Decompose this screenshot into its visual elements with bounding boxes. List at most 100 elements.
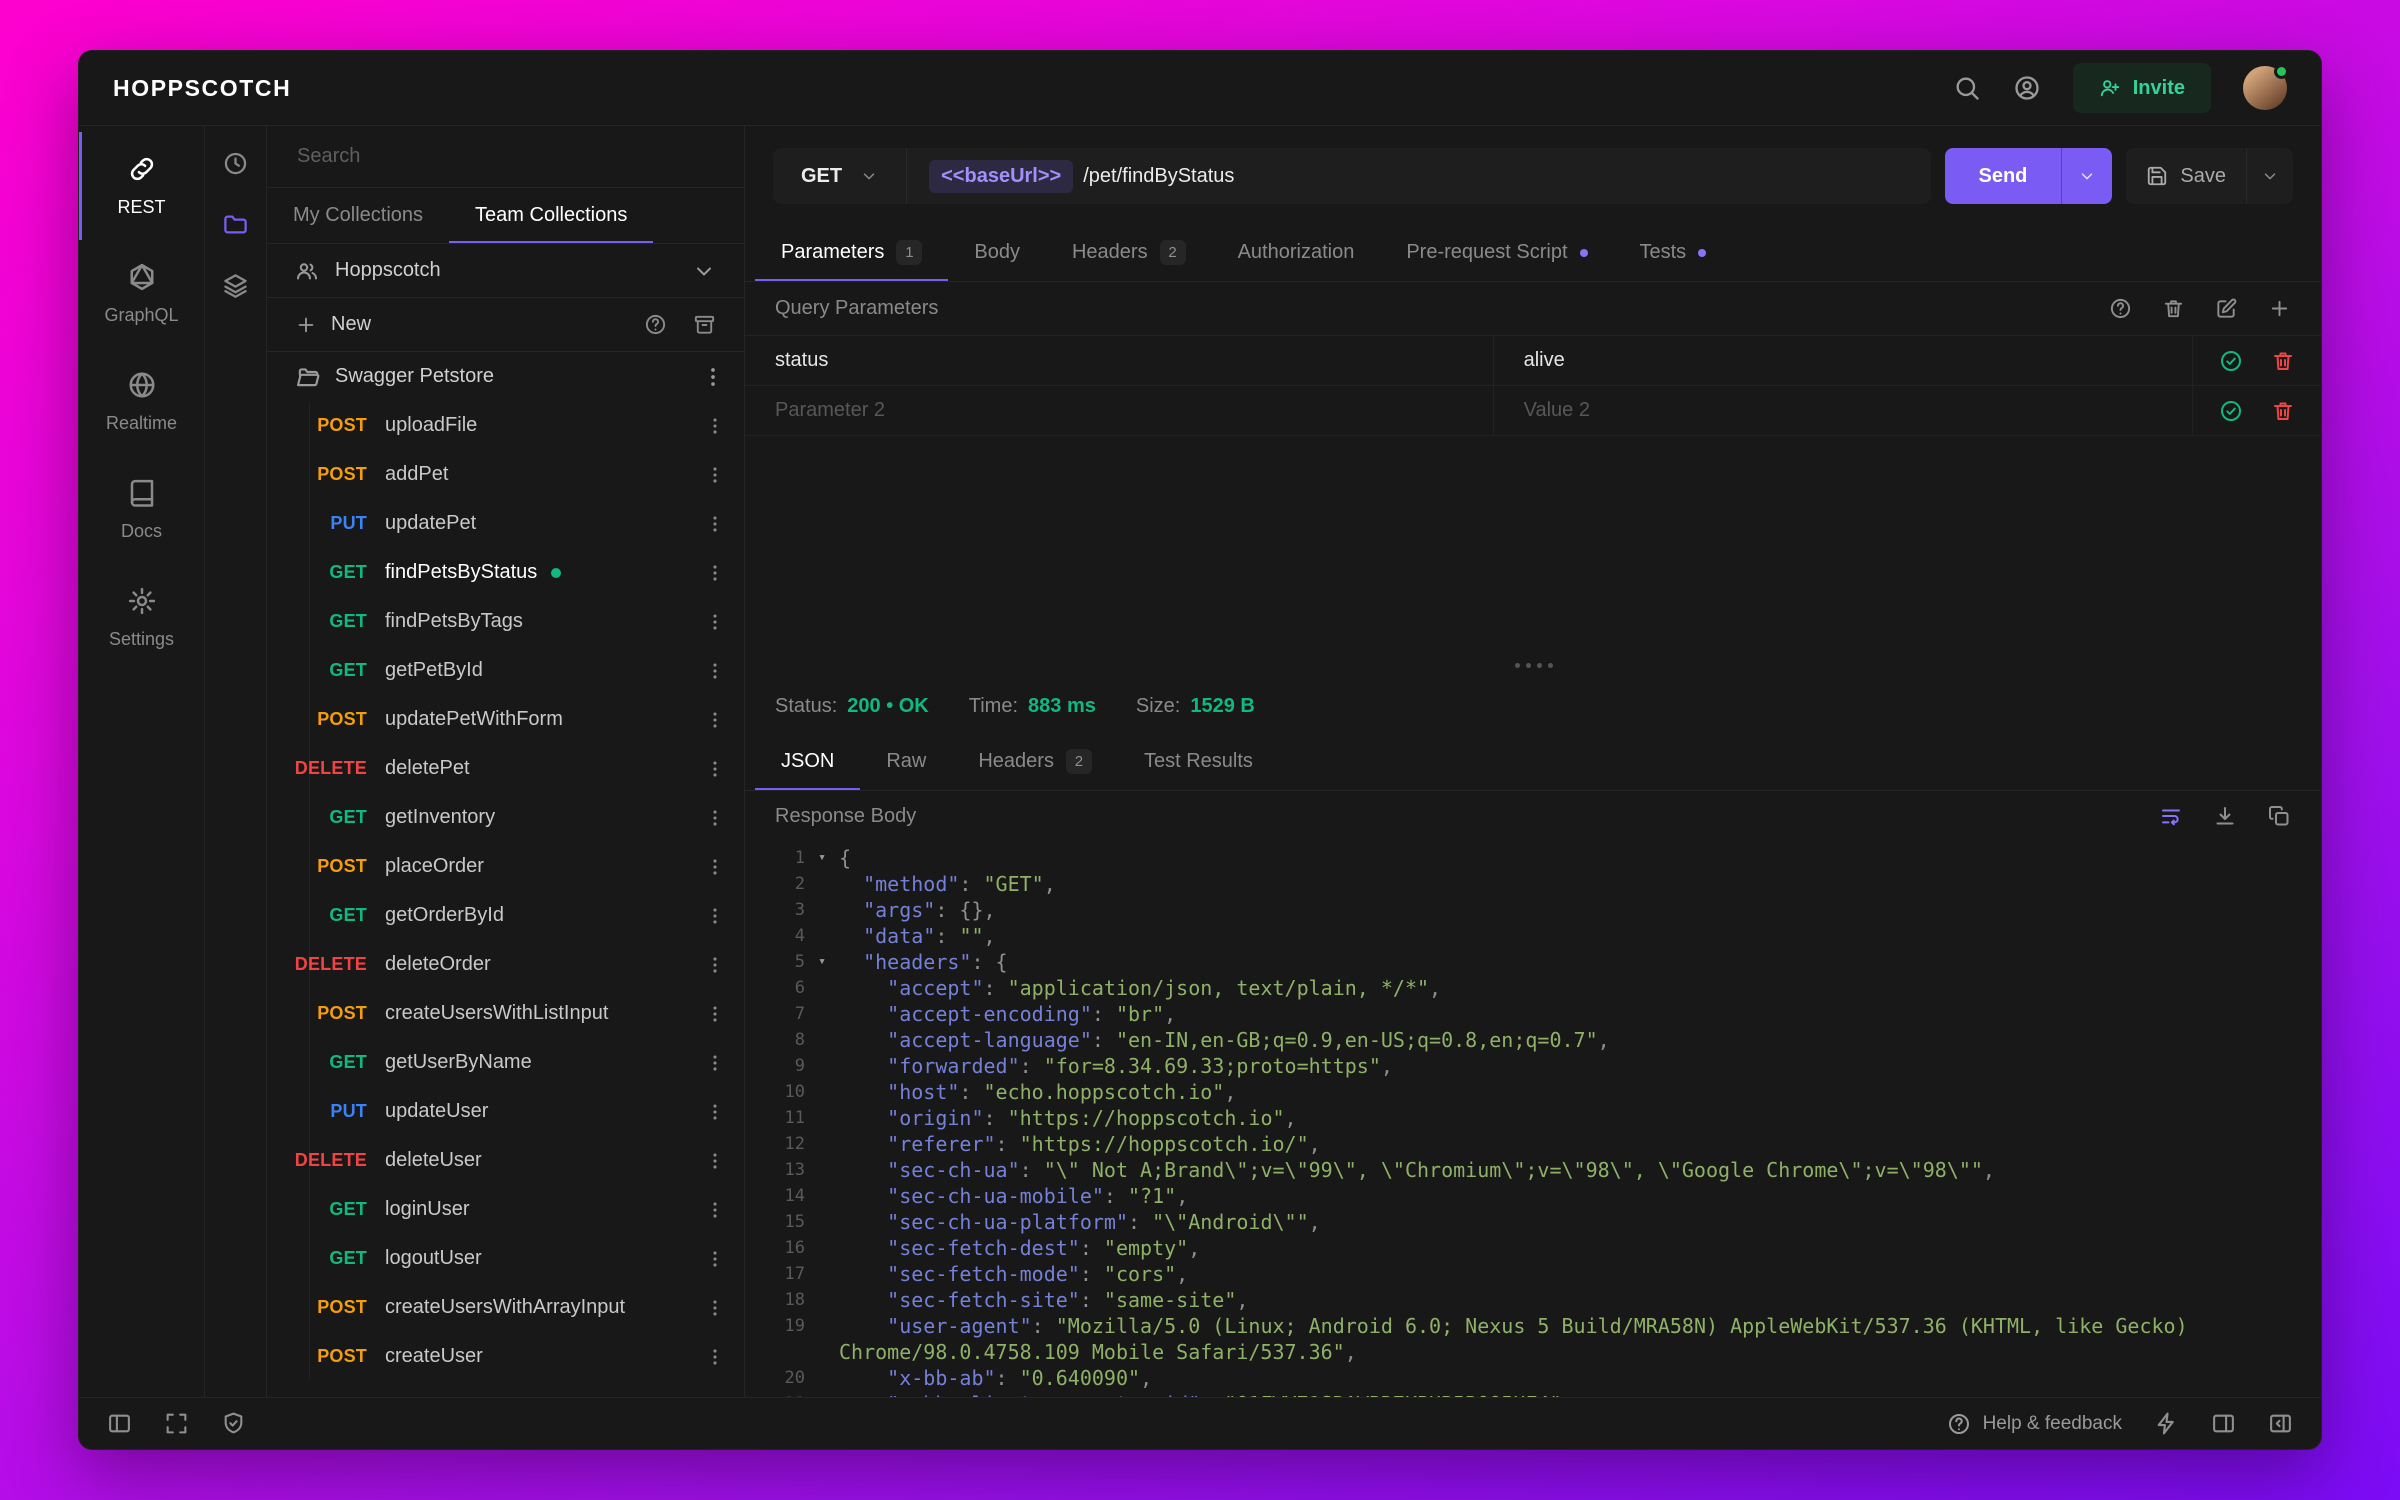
method-select[interactable]: GET — [773, 148, 908, 204]
sidebar-toggle-icon[interactable] — [107, 1411, 132, 1436]
kebab-icon[interactable] — [704, 1199, 726, 1221]
request-item-getOrderById[interactable]: GET getOrderById — [267, 891, 744, 940]
request-item-deleteOrder[interactable]: DELETE deleteOrder — [267, 940, 744, 989]
nav-item-docs[interactable]: Docs — [79, 456, 204, 564]
url-input[interactable]: <<baseUrl>> /pet/findByStatus — [907, 159, 1256, 193]
account-icon[interactable] — [2013, 74, 2041, 102]
fold-arrow-icon[interactable]: ▾ — [805, 949, 839, 975]
save-button[interactable]: Save — [2126, 148, 2293, 204]
tab-headers[interactable]: Headers 2 — [1046, 224, 1212, 281]
check-circle-icon[interactable] — [2219, 399, 2243, 423]
nav-item-graphql[interactable]: GraphQL — [79, 240, 204, 348]
request-item-createUsersWithArrayInput[interactable]: POST createUsersWithArrayInput — [267, 1283, 744, 1332]
kebab-icon[interactable] — [704, 709, 726, 731]
new-collection-button[interactable]: New — [295, 313, 371, 336]
collection-folder[interactable]: Swagger Petstore — [267, 352, 744, 401]
request-item-getUserByName[interactable]: GET getUserByName — [267, 1038, 744, 1087]
nav-item-settings[interactable]: Settings — [79, 564, 204, 672]
kebab-icon[interactable] — [704, 1101, 726, 1123]
request-item-updateUser[interactable]: PUT updateUser — [267, 1087, 744, 1136]
download-icon[interactable] — [2213, 804, 2237, 828]
layers-icon[interactable] — [222, 272, 249, 299]
kebab-icon[interactable] — [704, 856, 726, 878]
archive-icon[interactable] — [693, 313, 716, 336]
param-value-input[interactable]: alive — [1494, 336, 2193, 385]
kebab-icon[interactable] — [700, 364, 726, 390]
kebab-icon[interactable] — [704, 562, 726, 584]
send-options-button[interactable] — [2061, 148, 2112, 204]
kebab-icon[interactable] — [704, 415, 726, 437]
tab-test-results[interactable]: Test Results — [1118, 733, 1279, 790]
app-logo[interactable]: HOPPSCOTCH — [113, 75, 291, 102]
team-selector[interactable]: Hoppscotch — [267, 244, 744, 298]
collections-search-input[interactable] — [297, 145, 714, 168]
fold-arrow-icon[interactable]: ▾ — [805, 845, 839, 871]
tab-raw[interactable]: Raw — [860, 733, 952, 790]
shortcuts-zap-icon[interactable] — [2154, 1411, 2179, 1436]
request-item-deleteUser[interactable]: DELETE deleteUser — [267, 1136, 744, 1185]
request-item-getPetById[interactable]: GET getPetById — [267, 646, 744, 695]
tab-parameters[interactable]: Parameters 1 — [755, 224, 948, 281]
kebab-icon[interactable] — [704, 1248, 726, 1270]
param-key-input[interactable]: Parameter 2 — [745, 386, 1494, 435]
trash-icon[interactable] — [2271, 349, 2295, 373]
tab-authorization[interactable]: Authorization — [1212, 224, 1381, 281]
send-button[interactable]: Send — [1944, 148, 2113, 204]
folder-icon[interactable] — [222, 211, 249, 238]
kebab-icon[interactable] — [704, 954, 726, 976]
panel-collapse-icon[interactable] — [2268, 1411, 2293, 1436]
kebab-icon[interactable] — [704, 1150, 726, 1172]
request-item-updatePetWithForm[interactable]: POST updatePetWithForm — [267, 695, 744, 744]
request-item-loginUser[interactable]: GET loginUser — [267, 1185, 744, 1234]
request-item-deletePet[interactable]: DELETE deletePet — [267, 744, 744, 793]
help-circle-icon[interactable] — [644, 313, 667, 336]
request-item-createUser[interactable]: POST createUser — [267, 1332, 744, 1381]
request-item-addPet[interactable]: POST addPet — [267, 450, 744, 499]
kebab-icon[interactable] — [704, 611, 726, 633]
collections-tab-my-collections[interactable]: My Collections — [267, 188, 449, 243]
kebab-icon[interactable] — [704, 660, 726, 682]
request-item-createUsersWithListInput[interactable]: POST createUsersWithListInput — [267, 989, 744, 1038]
kebab-icon[interactable] — [704, 758, 726, 780]
tab-tests[interactable]: Tests — [1614, 224, 1733, 281]
tab-body[interactable]: Body — [948, 224, 1046, 281]
request-item-findPetsByTags[interactable]: GET findPetsByTags — [267, 597, 744, 646]
clock-icon[interactable] — [222, 150, 249, 177]
collections-tab-team-collections[interactable]: Team Collections — [449, 188, 653, 243]
expand-icon[interactable] — [164, 1411, 189, 1436]
param-key-input[interactable]: status — [745, 336, 1494, 385]
pane-resize-handle[interactable] — [745, 651, 2321, 679]
collection-folder[interactable] — [267, 1381, 744, 1397]
nav-item-realtime[interactable]: Realtime — [79, 348, 204, 456]
request-item-updatePet[interactable]: PUT updatePet — [267, 499, 744, 548]
kebab-icon[interactable] — [704, 905, 726, 927]
copy-icon[interactable] — [2267, 804, 2291, 828]
kebab-icon[interactable] — [704, 513, 726, 535]
kebab-icon[interactable] — [704, 1052, 726, 1074]
response-body-code[interactable]: 1 ▾{2 "method": "GET", 3 "args": {}, 4 "dat… — [745, 841, 2321, 1397]
request-item-logoutUser[interactable]: GET logoutUser — [267, 1234, 744, 1283]
kebab-icon[interactable] — [704, 807, 726, 829]
invite-button[interactable]: Invite — [2072, 63, 2211, 113]
help-feedback-button[interactable]: Help & feedback — [1947, 1412, 2122, 1436]
help-circle-icon[interactable] — [2109, 297, 2132, 320]
kebab-icon[interactable] — [704, 1297, 726, 1319]
request-item-getInventory[interactable]: GET getInventory — [267, 793, 744, 842]
panel-right-icon[interactable] — [2211, 1411, 2236, 1436]
edit-bulk-icon[interactable] — [2215, 297, 2238, 320]
request-item-uploadFile[interactable]: POST uploadFile — [267, 401, 744, 450]
wrap-lines-icon[interactable] — [2159, 804, 2183, 828]
kebab-icon[interactable] — [704, 464, 726, 486]
save-options-button[interactable] — [2246, 148, 2293, 204]
nav-item-rest[interactable]: REST — [79, 132, 204, 240]
search-icon[interactable] — [1953, 74, 1981, 102]
param-value-input[interactable]: Value 2 — [1494, 386, 2193, 435]
delete-all-icon[interactable] — [2162, 297, 2185, 320]
avatar[interactable] — [2243, 64, 2289, 110]
request-item-placeOrder[interactable]: POST placeOrder — [267, 842, 744, 891]
add-param-icon[interactable] — [2268, 297, 2291, 320]
request-item-findPetsByStatus[interactable]: GET findPetsByStatus — [267, 548, 744, 597]
check-circle-icon[interactable] — [2219, 349, 2243, 373]
shield-check-icon[interactable] — [221, 1411, 246, 1436]
tab-json[interactable]: JSON — [755, 733, 860, 790]
